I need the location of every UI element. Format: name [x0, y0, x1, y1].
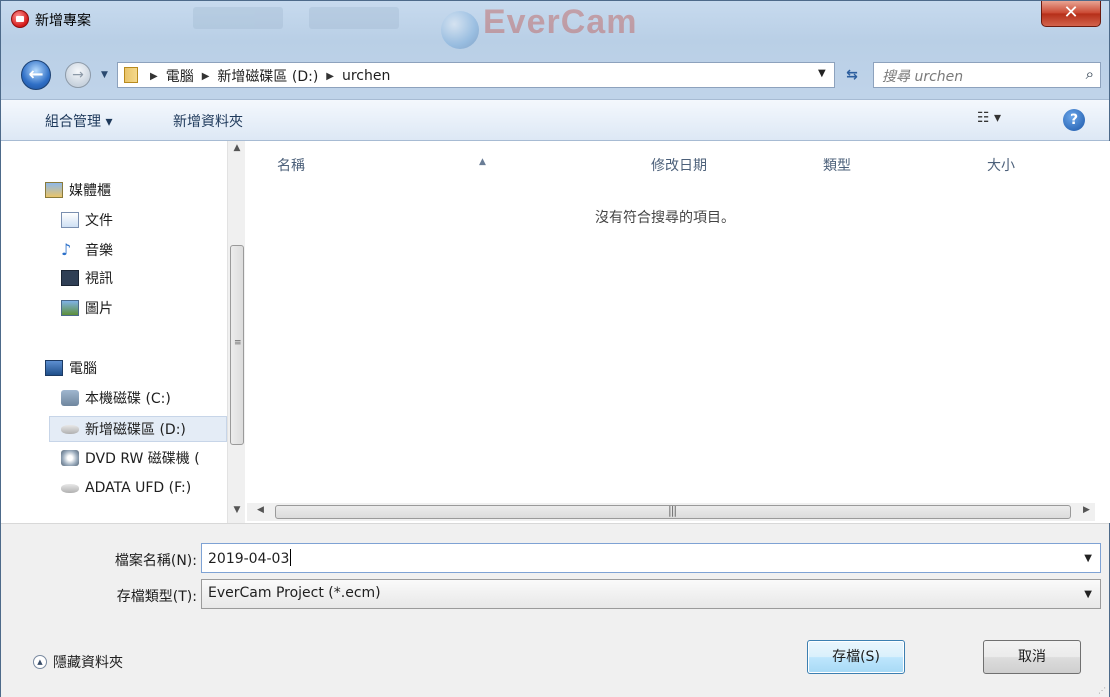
- arrow-right-icon: →: [72, 67, 84, 83]
- nav-label: 新增磁碟區 (D:): [85, 422, 186, 438]
- nav-dvd-drive[interactable]: DVD RW 磁碟機 (: [61, 445, 200, 471]
- breadcrumb-chevron-icon[interactable]: ▶: [318, 71, 342, 82]
- column-date-modified[interactable]: 修改日期: [651, 155, 707, 175]
- nav-label: 電腦: [69, 361, 97, 377]
- breadcrumb-chevron-icon[interactable]: ▶: [194, 71, 218, 82]
- filename-field[interactable]: 2019-04-03 ▼: [201, 543, 1101, 573]
- nav-libraries[interactable]: 媒體櫃: [45, 177, 111, 203]
- arrow-left-icon: ←: [28, 64, 44, 85]
- chevron-down-icon[interactable]: ▼: [1084, 589, 1092, 600]
- sort-ascending-icon: ▲: [479, 157, 486, 167]
- window-title: 新增專案: [35, 13, 91, 29]
- address-bar[interactable]: ▶ 電腦 ▶ 新增磁碟區 (D:) ▶ urchen ▼: [117, 62, 835, 88]
- scroll-grip-icon: ≡: [234, 338, 242, 348]
- refresh-button[interactable]: ⇆: [839, 62, 865, 88]
- nav-label: 媒體櫃: [69, 183, 111, 199]
- column-label: 名稱: [277, 158, 305, 174]
- nav-pictures[interactable]: 圖片: [61, 295, 113, 321]
- documents-icon: [61, 212, 79, 228]
- breadcrumb-chevron-icon[interactable]: ▶: [142, 71, 166, 82]
- nav-usb-drive[interactable]: ADATA UFD (F:): [61, 475, 191, 501]
- column-type[interactable]: 類型: [823, 155, 851, 175]
- nav-videos[interactable]: 視訊: [61, 265, 113, 291]
- refresh-icon: ⇆: [846, 67, 858, 83]
- nav-label: 音樂: [85, 243, 113, 259]
- hide-folders-label: 隱藏資料夾: [53, 655, 123, 671]
- scroll-grip-icon: |||: [668, 504, 677, 517]
- navigation-pane: 媒體櫃 文件 ♪ 音樂 視訊 圖片 電腦 本機磁碟 (C:) 新增磁碟區 (D:…: [1, 141, 245, 523]
- usb-drive-icon: [61, 483, 79, 493]
- nav-computer[interactable]: 電腦: [45, 355, 97, 381]
- video-icon: [61, 270, 79, 286]
- dvd-drive-icon: [61, 450, 79, 466]
- view-options-button[interactable]: ☷ ▾: [977, 110, 1001, 126]
- breadcrumb-item[interactable]: 新增磁碟區 (D:): [217, 66, 318, 86]
- save-button[interactable]: 存檔(S): [807, 640, 905, 674]
- search-input[interactable]: 搜尋 urchen ⌕: [873, 62, 1101, 88]
- collapse-icon: ▲: [33, 655, 47, 669]
- save-dialog-window: EverCam 新增專案 ✕ ← → ▼ ▶ 電腦 ▶ 新增磁碟區 (D:) ▶…: [0, 0, 1110, 697]
- column-name[interactable]: 名稱 ▲: [277, 155, 486, 175]
- breadcrumb-item[interactable]: 電腦: [166, 66, 194, 86]
- nav-drive-d[interactable]: 新增磁碟區 (D:): [49, 416, 227, 442]
- libraries-icon: [45, 182, 63, 198]
- app-icon: [11, 10, 29, 28]
- list-horizontal-scrollbar[interactable]: ◀ ||| ▶: [247, 503, 1095, 521]
- filename-value: 2019-04-03: [208, 551, 290, 567]
- nav-vertical-scrollbar[interactable]: ▲ ≡ ▼: [227, 141, 245, 523]
- music-icon: ♪: [61, 240, 72, 259]
- nav-documents[interactable]: 文件: [61, 207, 113, 233]
- nav-label: 視訊: [85, 271, 113, 287]
- breadcrumb: ▶ 電腦 ▶ 新增磁碟區 (D:) ▶ urchen: [142, 66, 390, 86]
- view-icon: ☷: [977, 110, 990, 126]
- scroll-up-icon[interactable]: ▲: [228, 143, 245, 159]
- toolbar: 組合管理 ▾ 新增資料夾 ☷ ▾ ?: [1, 99, 1109, 141]
- nav-label: 本機磁碟 (C:): [85, 391, 171, 407]
- browser-area: 媒體櫃 文件 ♪ 音樂 視訊 圖片 電腦 本機磁碟 (C:) 新增磁碟區 (D:…: [1, 141, 1110, 523]
- filename-label: 檔案名稱(N):: [114, 553, 197, 569]
- nav-label: ADATA UFD (F:): [85, 480, 192, 496]
- empty-results-message: 沒有符合搜尋的項目。: [595, 210, 735, 226]
- save-form: 檔案名稱(N): 2019-04-03 ▼ 存檔類型(T): EverCam P…: [1, 523, 1109, 697]
- chevron-down-icon[interactable]: ▼: [1084, 553, 1092, 564]
- filetype-select[interactable]: EverCam Project (*.ecm) ▼: [201, 579, 1101, 609]
- column-size[interactable]: 大小: [987, 155, 1015, 175]
- scroll-thumb[interactable]: |||: [275, 504, 1071, 519]
- nav-music[interactable]: ♪ 音樂: [61, 237, 113, 263]
- help-icon[interactable]: ?: [1063, 109, 1085, 131]
- text-cursor: [290, 549, 292, 566]
- drive-icon: [61, 424, 79, 434]
- title-bar: 新增專案 ✕: [1, 1, 1109, 37]
- resize-grip-icon[interactable]: ⋰: [1098, 687, 1106, 695]
- search-icon[interactable]: ⌕: [1086, 65, 1094, 83]
- forward-button[interactable]: →: [65, 62, 91, 88]
- new-folder-button[interactable]: 新增資料夾: [173, 111, 243, 131]
- drive-icon: [61, 390, 79, 406]
- nav-drive-c[interactable]: 本機磁碟 (C:): [61, 385, 171, 411]
- folder-icon: [124, 67, 138, 83]
- scroll-down-icon[interactable]: ▼: [228, 505, 245, 521]
- search-placeholder: 搜尋 urchen: [882, 69, 964, 85]
- scroll-right-icon[interactable]: ▶: [1083, 505, 1090, 515]
- cancel-button[interactable]: 取消: [983, 640, 1081, 674]
- pictures-icon: [61, 300, 79, 316]
- scroll-thumb[interactable]: ≡: [230, 245, 244, 445]
- close-icon: ✕: [1063, 2, 1079, 23]
- filetype-value: EverCam Project (*.ecm): [208, 585, 381, 601]
- nav-label: 文件: [85, 213, 113, 229]
- history-dropdown-icon[interactable]: ▼: [101, 70, 111, 80]
- hide-folders-toggle[interactable]: ▲ 隱藏資料夾: [33, 652, 123, 672]
- nav-label: DVD RW 磁碟機 (: [85, 451, 200, 467]
- filetype-label: 存檔類型(T):: [116, 589, 197, 605]
- scroll-left-icon[interactable]: ◀: [257, 505, 264, 515]
- organize-menu-button[interactable]: 組合管理 ▾: [45, 111, 112, 131]
- nav-label: 圖片: [85, 301, 113, 317]
- computer-icon: [45, 360, 63, 376]
- back-button[interactable]: ←: [21, 60, 51, 90]
- address-row: ← → ▼ ▶ 電腦 ▶ 新增磁碟區 (D:) ▶ urchen ▼ ⇆ 搜尋 …: [1, 57, 1109, 90]
- file-list: 名稱 ▲ 修改日期 類型 大小 沒有符合搜尋的項目。 ◀ ||| ▶: [247, 141, 1110, 523]
- close-button[interactable]: ✕: [1041, 1, 1101, 27]
- address-dropdown-icon[interactable]: ▼: [818, 68, 826, 79]
- breadcrumb-item[interactable]: urchen: [342, 68, 390, 84]
